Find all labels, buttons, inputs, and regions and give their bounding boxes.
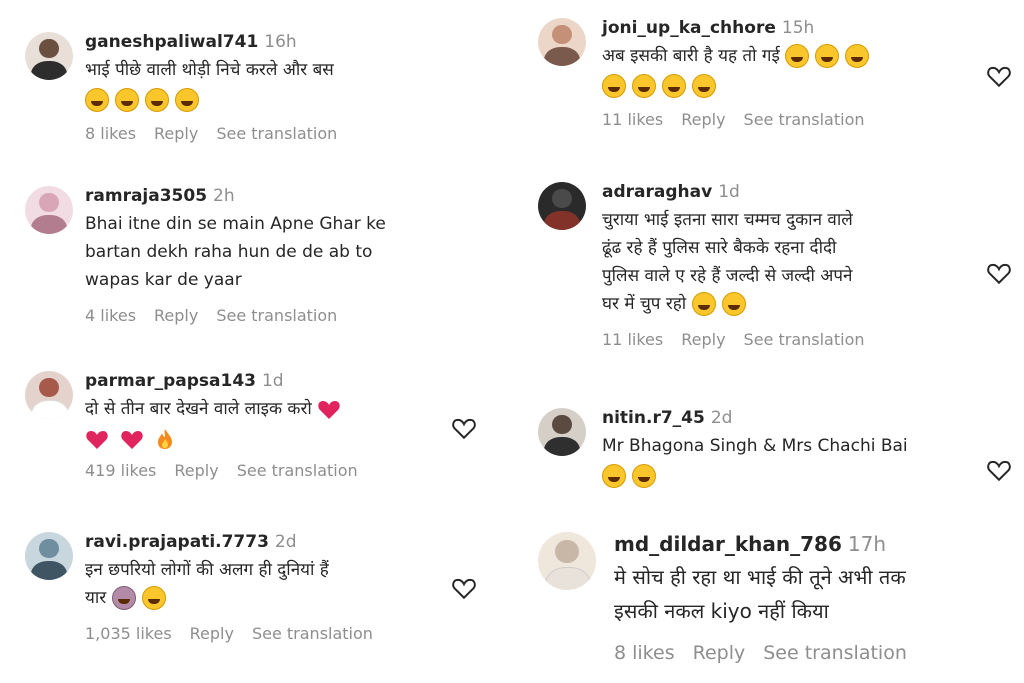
grinning-squint-face-icon <box>115 88 139 112</box>
see-translation-button[interactable]: See translation <box>252 624 373 643</box>
likes-count[interactable]: 8 likes <box>614 642 675 664</box>
reply-button[interactable]: Reply <box>681 110 725 129</box>
rolling-on-floor-laughing-icon <box>602 74 626 98</box>
reply-button[interactable]: Reply <box>681 330 725 349</box>
comment-time: 1d <box>261 371 284 391</box>
reply-button[interactable]: Reply <box>174 461 218 480</box>
avatar[interactable] <box>25 186 73 234</box>
comment-text: bartan dekh raha hun de de ab to <box>85 242 373 262</box>
comment-username[interactable]: ravi.prajapati.7773 <box>85 532 269 552</box>
rolling-on-floor-laughing-icon <box>662 74 686 98</box>
avatar[interactable] <box>538 408 586 456</box>
avatar[interactable] <box>538 182 586 230</box>
comment-username[interactable]: md_dildar_khan_786 <box>614 532 842 556</box>
red-heart-icon <box>86 431 108 449</box>
comment-text: मे सोच ही रहा था भाई की तूने अभी तक <box>614 565 906 589</box>
avatar[interactable] <box>25 532 73 580</box>
comment-text: wapas kar de yaar <box>85 270 242 290</box>
comment-text: भाई पीछे वाली थोड़ी निचे करले और बस <box>85 60 334 80</box>
comment-time: 2h <box>213 186 235 206</box>
avatar[interactable] <box>538 18 586 66</box>
comment-text: ढूंढ रहे हैं पुलिस सारे बैकके रहना दीदी <box>602 238 837 258</box>
comment-time: 2d <box>274 532 297 552</box>
reply-button[interactable]: Reply <box>693 642 746 664</box>
comment-time: 2d <box>710 408 733 428</box>
likes-count[interactable]: 419 likes <box>85 461 156 480</box>
comment-username[interactable]: adraraghav <box>602 182 712 202</box>
grinning-squint-face-icon <box>145 88 169 112</box>
see-translation-button[interactable]: See translation <box>237 461 358 480</box>
see-translation-button[interactable]: See translation <box>763 642 907 664</box>
rolling-on-floor-laughing-icon <box>692 74 716 98</box>
see-translation-button[interactable]: See translation <box>216 124 337 143</box>
comment-nitin-r7_45: nitin.r7_45 2d Mr Bhagona Singh & Mrs Cha… <box>538 408 988 488</box>
red-heart-icon <box>121 431 144 449</box>
reply-button[interactable]: Reply <box>154 124 198 143</box>
comment-text: इन छपरियो लोगों की अलग ही दुनियां हैं <box>85 560 329 580</box>
comment-time: 1d <box>718 182 740 202</box>
comment-time: 17h <box>847 532 887 556</box>
heart-outline-icon[interactable] <box>451 576 477 600</box>
comment-time: 15h <box>781 18 815 38</box>
comment-text: इसकी नकल kiyo नहीं किया <box>614 599 829 623</box>
likes-count[interactable]: 11 likes <box>602 330 663 349</box>
reply-button[interactable]: Reply <box>190 624 234 643</box>
rolling-on-floor-laughing-icon <box>602 464 626 488</box>
comment-username[interactable]: nitin.r7_45 <box>602 408 705 428</box>
comment-text: Bhai itne din se main Apne Ghar ke <box>85 214 386 234</box>
likes-count[interactable]: 11 likes <box>602 110 663 129</box>
likes-count[interactable]: 4 likes <box>85 306 136 325</box>
comment-username[interactable]: ganeshpaliwal741 <box>85 32 258 52</box>
comment-text: पुलिस वाले ए रहे हैं जल्दी से जल्दी अपने <box>602 266 853 286</box>
see-translation-button[interactable]: See translation <box>216 306 337 325</box>
grinning-squint-face-icon <box>141 586 166 610</box>
comment-username[interactable]: ramraja3505 <box>85 186 207 206</box>
grinning-squint-face-icon <box>175 88 199 112</box>
grinning-squint-face-icon <box>691 292 716 316</box>
comment-text: अब इसकी बारी है यह तो गई <box>602 42 883 70</box>
likes-count[interactable]: 1,035 likes <box>85 624 172 643</box>
likes-count[interactable]: 8 likes <box>85 124 136 143</box>
red-heart-icon <box>318 401 340 419</box>
comment-text: यार <box>85 584 391 612</box>
heart-outline-icon[interactable] <box>986 64 1012 88</box>
avatar[interactable] <box>25 32 73 80</box>
comment-text: दो से तीन बार देखने वाले लाइक करो <box>85 395 376 423</box>
reply-button[interactable]: Reply <box>154 306 198 325</box>
heart-outline-icon[interactable] <box>451 416 477 440</box>
comment-username[interactable]: joni_up_ka_chhore <box>602 18 776 38</box>
comment-username[interactable]: parmar_papsa143 <box>85 371 256 391</box>
comment-text: Mr Bhagona Singh & Mrs Chachi Bai <box>602 436 908 456</box>
comment-text: चुराया भाई इतना सारा चम्मच दुकान वाले <box>602 210 853 230</box>
avatar[interactable] <box>538 532 596 590</box>
see-translation-button[interactable]: See translation <box>744 330 865 349</box>
comment-text: घर में चुप रहो <box>602 290 883 318</box>
grinning-squint-face-icon <box>785 44 810 68</box>
grinning-squint-face-icon <box>721 292 746 316</box>
grinning-squint-face-icon <box>815 44 840 68</box>
comment-time: 16h <box>264 32 297 52</box>
see-translation-button[interactable]: See translation <box>744 110 865 129</box>
grinning-squint-face-icon <box>632 464 656 488</box>
fire-icon <box>157 429 172 449</box>
person-facepalming-icon <box>111 586 136 610</box>
grinning-squint-face-icon <box>85 88 109 112</box>
rolling-on-floor-laughing-icon <box>632 74 656 98</box>
heart-outline-icon[interactable] <box>986 458 1012 482</box>
avatar[interactable] <box>25 371 73 419</box>
grinning-squint-face-icon <box>845 44 870 68</box>
heart-outline-icon[interactable] <box>986 261 1012 285</box>
